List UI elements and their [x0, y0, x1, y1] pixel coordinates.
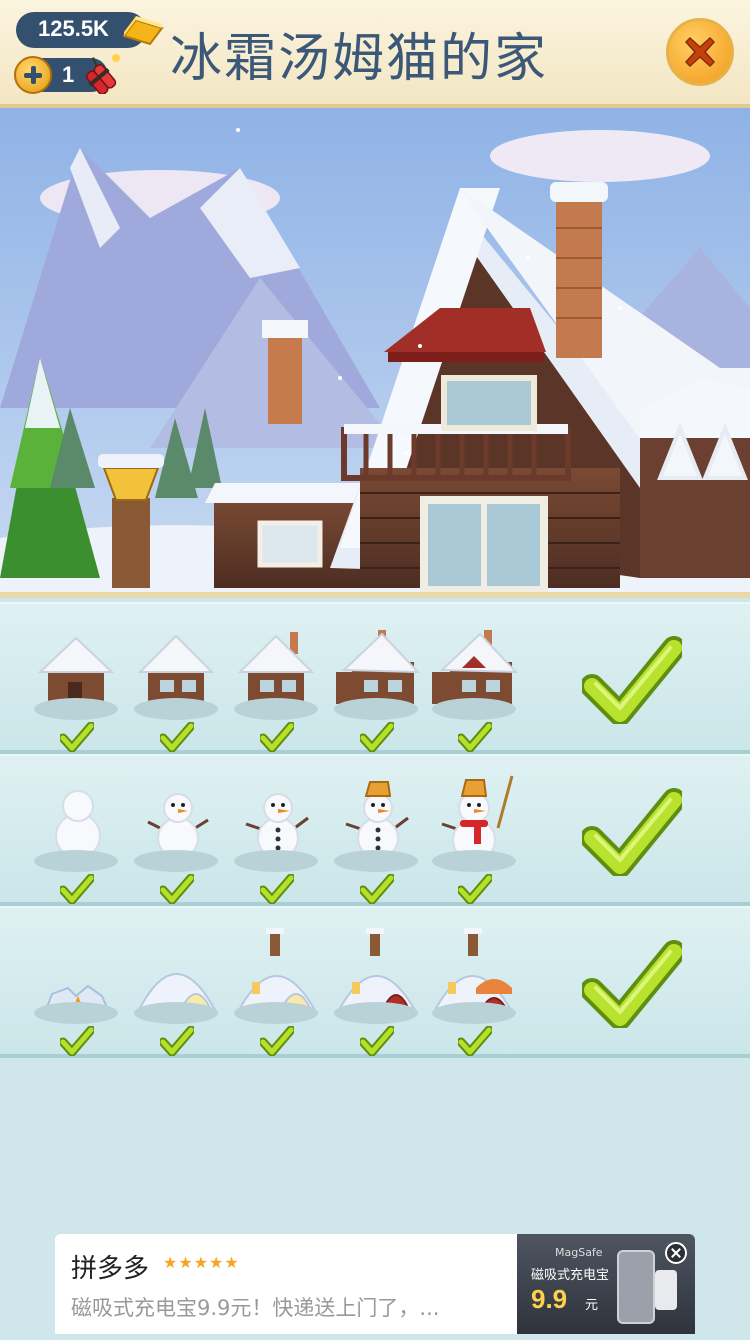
igloo-stage-4 [330, 926, 422, 1056]
ad-image-tag: MagSafe [555, 1246, 603, 1259]
row-complete-check-icon [582, 788, 682, 876]
cabin-stage-1 [30, 622, 122, 752]
ad-brand: 拼多多 [71, 1254, 150, 1284]
ad-rating-stars: ★★★★★ [163, 1253, 240, 1272]
close-button[interactable] [666, 18, 734, 86]
igloo-stage-3 [230, 926, 322, 1056]
snowman-stage-2 [130, 774, 222, 904]
check-icon [260, 874, 294, 904]
chimney [268, 334, 302, 424]
check-icon [260, 722, 294, 752]
check-icon [458, 874, 492, 904]
snowman-stage-4 [330, 774, 422, 904]
dynamite-count: 1 [62, 62, 75, 87]
task-row-cabin [0, 602, 750, 754]
page-title: 冰霜汤姆猫的家 [170, 29, 549, 89]
check-icon [360, 722, 394, 752]
ad-banner[interactable]: 拼多多 ★★★★★ 磁吸式充电宝9.9元！快递送上门了，... MagSafe … [55, 1234, 695, 1334]
dynamite-icon [85, 54, 120, 94]
check-icon [458, 722, 492, 752]
chimney [556, 198, 602, 358]
add-dynamite-button[interactable] [14, 56, 52, 94]
power-bank-icon [655, 1270, 677, 1310]
check-icon [60, 874, 94, 904]
cloud [490, 130, 710, 182]
check-icon [160, 1026, 194, 1056]
ad-price-unit: 元 [585, 1298, 599, 1313]
task-row-igloo [0, 906, 750, 1058]
check-icon [60, 722, 94, 752]
igloo-stage-1 [30, 926, 122, 1056]
igloo-stage-5 [428, 926, 520, 1056]
ad-close-button[interactable] [665, 1242, 687, 1264]
gold-bar-icon [122, 16, 164, 46]
check-icon [458, 1026, 492, 1056]
task-panel [0, 592, 750, 1340]
phone-icon [617, 1250, 655, 1324]
ad-image-title: 磁吸式充电宝 [531, 1268, 610, 1283]
snowman-stage-5 [428, 768, 520, 904]
cabin-stage-3 [230, 622, 322, 752]
check-icon [360, 874, 394, 904]
gold-amount: 125.5K [38, 16, 109, 41]
cabin-stage-4 [330, 622, 422, 752]
top-bar: 125.5K 1 冰霜汤姆猫的家 [0, 0, 750, 108]
cabin-stage-2 [130, 622, 222, 752]
check-icon [360, 1026, 394, 1056]
row-complete-check-icon [582, 636, 682, 724]
scene-illustration [0, 108, 750, 592]
igloo-stage-2 [130, 926, 222, 1056]
snowman-stage-1 [30, 774, 122, 904]
close-icon [684, 36, 716, 68]
check-icon [160, 722, 194, 752]
cabin-stage-5 [428, 622, 520, 752]
house-scene [0, 108, 750, 592]
check-icon [260, 1026, 294, 1056]
row-complete-check-icon [582, 940, 682, 1028]
task-row-snowman [0, 754, 750, 906]
ad-image: MagSafe 磁吸式充电宝 9.9 元 [517, 1234, 695, 1334]
ad-description: 磁吸式充电宝9.9元！快递送上门了，... [71, 1296, 440, 1320]
ad-price: 9.9 [531, 1284, 568, 1314]
check-icon [60, 1026, 94, 1056]
check-icon [160, 874, 194, 904]
snowman-stage-3 [230, 774, 322, 904]
